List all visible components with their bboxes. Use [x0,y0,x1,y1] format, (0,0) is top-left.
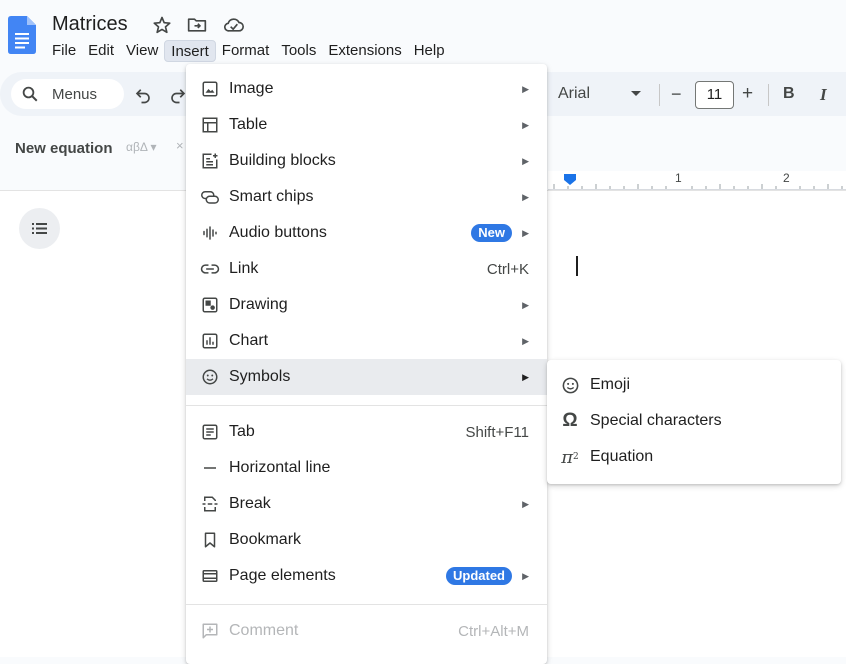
bold-button[interactable]: B [783,85,795,103]
menus-search-label: Menus [52,86,98,103]
shortcut-text: Ctrl+Alt+M [458,622,529,640]
building-blocks-icon [200,151,220,171]
submenu-arrow-icon: ▶ [522,119,529,130]
menu-item-page-elements[interactable]: Page elements Updated ▶ [186,558,547,594]
menu-item-special-characters[interactable]: Ω Special characters [547,403,841,439]
symbols-submenu: Emoji Ω Special characters π2 Equation [547,360,841,484]
horizontal-line-icon [200,458,220,478]
menu-item-emoji[interactable]: Emoji [547,367,841,403]
menu-item-break[interactable]: Break ▶ [186,486,547,522]
updated-badge: Updated [446,567,512,585]
menu-bar: File Edit View Insert Format Tools Exten… [46,40,451,62]
tab-icon [200,422,220,442]
search-icon [21,85,39,103]
bookmark-icon [200,530,220,550]
symbols-icon [200,367,220,387]
redo-icon[interactable] [169,86,187,104]
toolbar-divider [768,84,769,106]
menu-item-smart-chips[interactable]: Smart chips ▶ [186,179,547,215]
menu-item-chart[interactable]: Chart ▶ [186,323,547,359]
link-icon [200,259,220,279]
table-icon [200,115,220,135]
menu-separator [186,604,547,605]
audio-icon [200,223,220,243]
menu-item-link[interactable]: Link Ctrl+K [186,251,547,287]
menu-insert[interactable]: Insert [164,40,216,62]
menu-separator [186,405,547,406]
menu-item-drawing[interactable]: Drawing ▶ [186,287,547,323]
cloud-status-icon[interactable] [223,15,244,35]
font-dropdown-icon[interactable] [631,90,641,98]
menu-item-tab[interactable]: Tab Shift+F11 [186,414,547,450]
break-icon [200,494,220,514]
document-title[interactable]: Matrices [52,13,128,36]
chart-icon [200,331,220,351]
shortcut-text: Ctrl+K [486,260,529,278]
new-equation-button[interactable]: New equation [15,140,113,157]
font-size-decrease-button[interactable]: − [671,84,682,105]
menu-edit[interactable]: Edit [82,40,120,62]
menu-item-table[interactable]: Table ▶ [186,107,547,143]
insert-menu: Image ▶ Table ▶ Building blocks ▶ Smart … [186,64,547,664]
move-folder-icon[interactable] [187,15,207,35]
undo-icon[interactable] [134,86,152,104]
font-size-input[interactable]: 11 [695,81,734,109]
menu-item-audio-buttons[interactable]: Audio buttons New ▶ [186,215,547,251]
omega-icon: Ω [562,410,578,431]
submenu-arrow-icon: ▶ [522,227,529,238]
pi-squared-icon: π2 [561,446,579,468]
menu-tools[interactable]: Tools [275,40,322,62]
font-size-increase-button[interactable]: + [742,83,753,105]
smart-chips-icon [200,187,220,207]
image-icon [200,79,220,99]
page-elements-icon [200,566,220,586]
menu-format[interactable]: Format [216,40,276,62]
comment-icon [200,621,220,641]
menu-help[interactable]: Help [408,40,451,62]
menu-item-building-blocks[interactable]: Building blocks ▶ [186,143,547,179]
drawing-icon [200,295,220,315]
menu-item-equation[interactable]: π2 Equation [547,439,841,475]
font-family-select[interactable]: Arial [558,85,590,103]
docs-logo[interactable] [8,16,36,54]
star-icon[interactable] [152,15,172,35]
submenu-arrow-icon: ▶ [522,371,529,382]
menu-item-horizontal-line[interactable]: Horizontal line [186,450,547,486]
submenu-arrow-icon: ▶ [522,498,529,509]
horizontal-ruler[interactable]: 1 2 [548,171,846,190]
submenu-arrow-icon: ▶ [522,83,529,94]
menu-extensions[interactable]: Extensions [322,40,407,62]
menu-item-image[interactable]: Image ▶ [186,71,547,107]
submenu-arrow-icon: ▶ [522,335,529,346]
menu-view[interactable]: View [120,40,164,62]
submenu-arrow-icon: ▶ [522,155,529,166]
submenu-arrow-icon: ▶ [522,191,529,202]
submenu-arrow-icon: ▶ [522,570,529,581]
new-badge: New [471,224,512,242]
operators-dropdown[interactable]: × [176,138,184,153]
menu-file[interactable]: File [46,40,82,62]
list-icon [32,223,47,234]
greek-letters-dropdown[interactable]: αβΔ ▾ [126,140,157,154]
document-outline-button[interactable] [19,208,60,249]
emoji-icon [560,375,580,395]
ruler-mark-2: 2 [783,171,790,185]
menu-item-symbols[interactable]: Symbols ▶ [186,359,547,395]
ruler-mark-1: 1 [675,171,682,185]
menu-item-comment: Comment Ctrl+Alt+M [186,613,547,649]
text-cursor [576,256,578,276]
shortcut-text: Shift+F11 [465,423,529,441]
italic-button[interactable]: I [820,85,827,105]
toolbar-divider [659,84,660,106]
submenu-arrow-icon: ▶ [522,299,529,310]
menu-item-bookmark[interactable]: Bookmark [186,522,547,558]
